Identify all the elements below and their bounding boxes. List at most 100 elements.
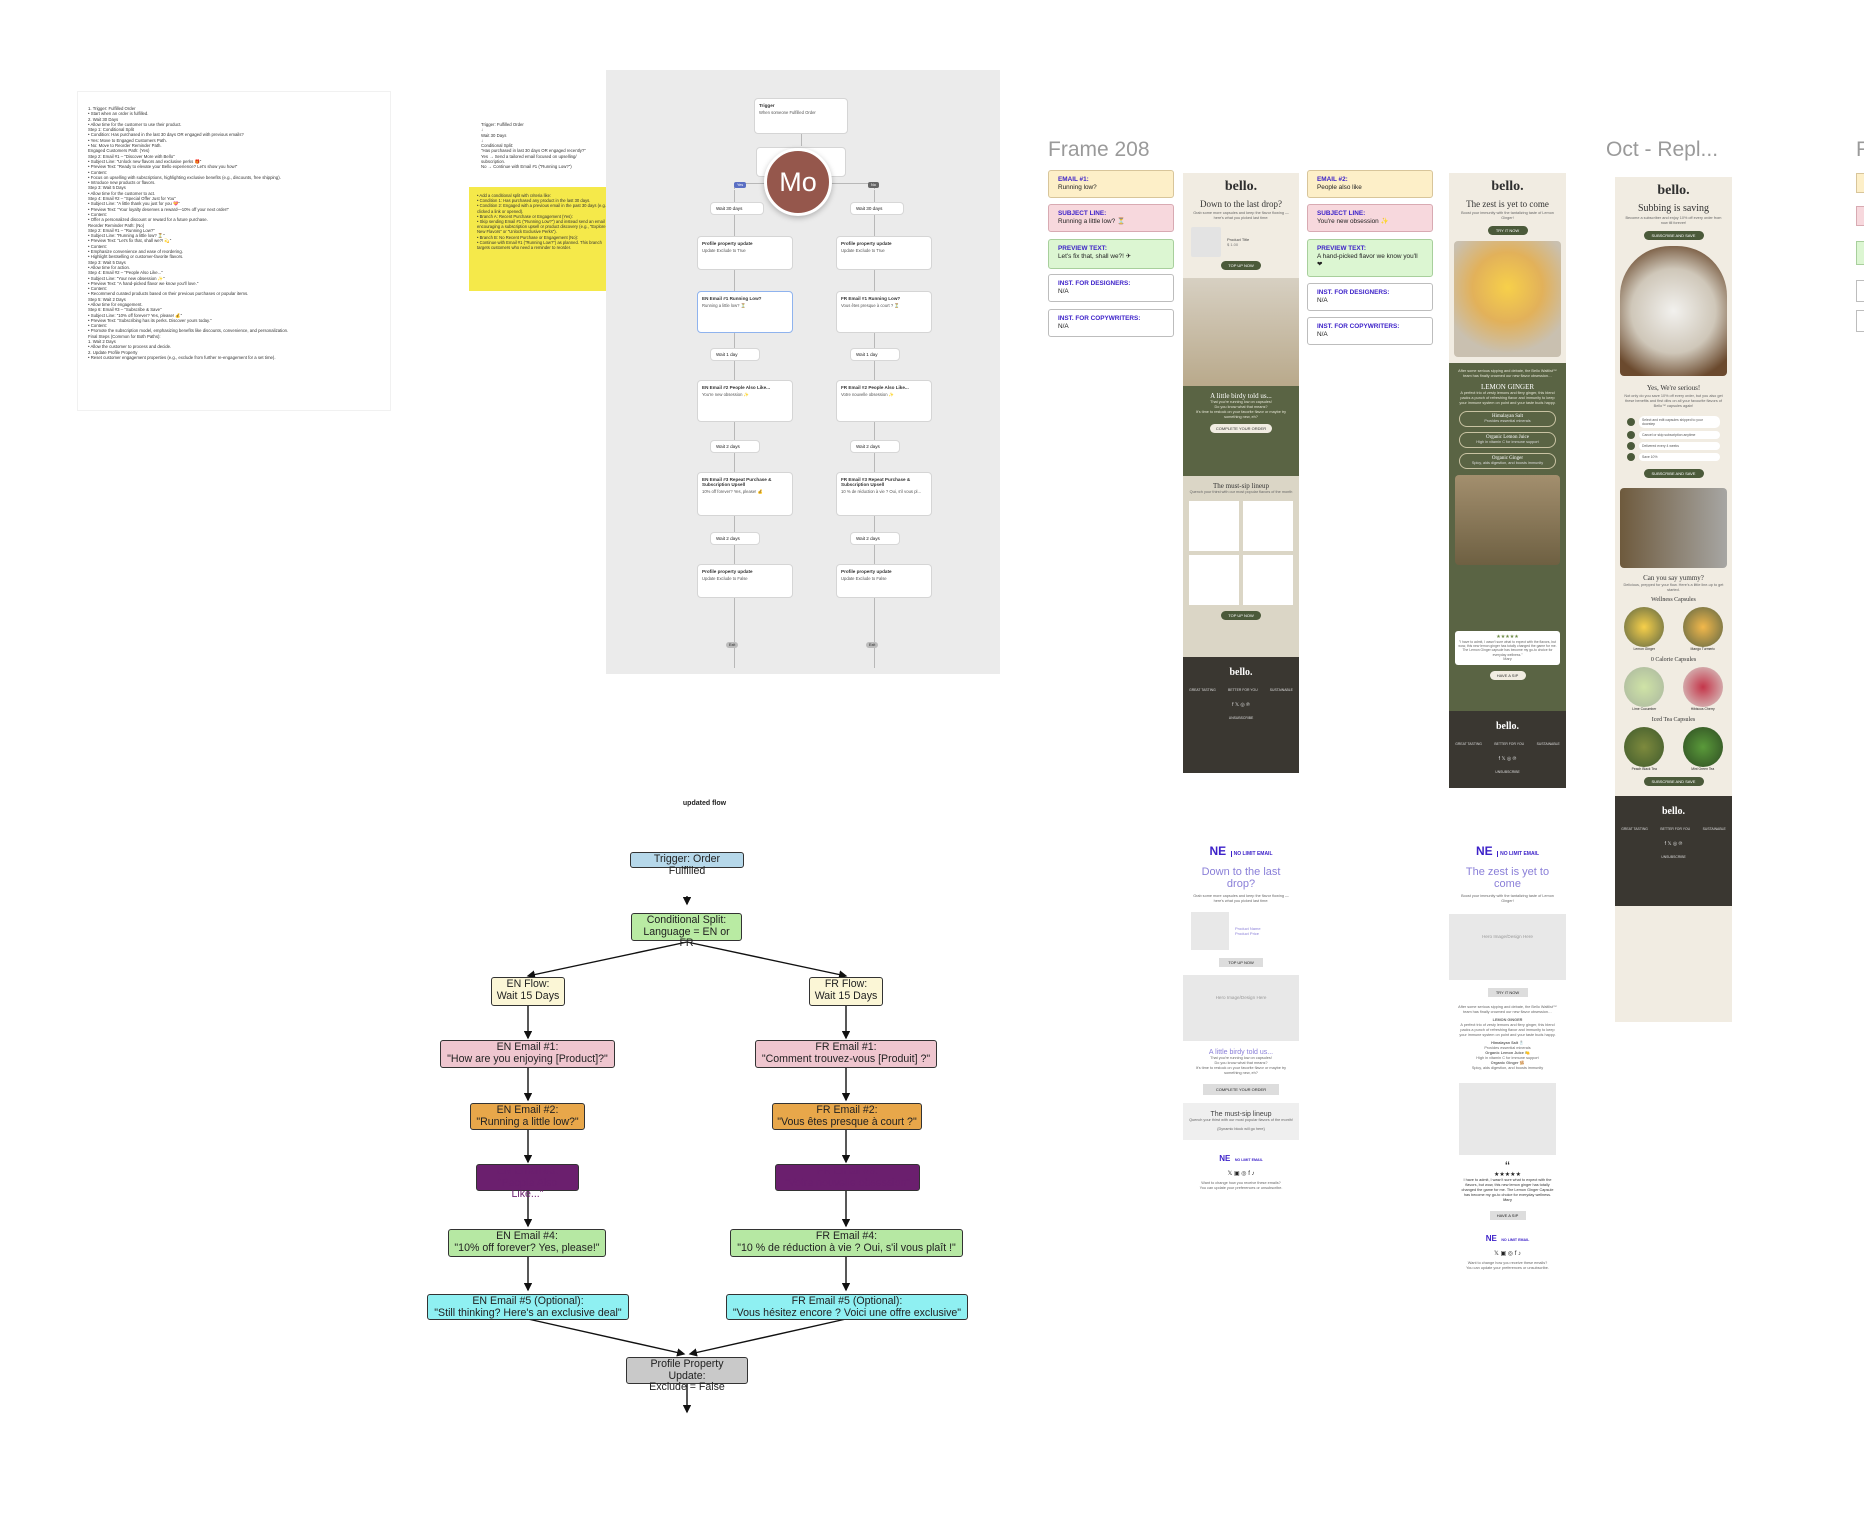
flow2-en-wait[interactable]: EN Flow: Wait 15 Days: [491, 977, 565, 1006]
flow2-en-email1[interactable]: EN Email #1: "How are you enjoying [Prod…: [440, 1040, 615, 1068]
nle1-social-icons[interactable]: 𝕏 ▣ ◎ f ♪: [1183, 1170, 1299, 1177]
mint-green-tea-capsule[interactable]: [1682, 727, 1723, 767]
nle2-cta[interactable]: TRY IT NOW: [1487, 988, 1528, 997]
edge-card-4: [1856, 280, 1864, 302]
en-profile-update-false[interactable]: Profile property update Update Exclude t…: [697, 564, 793, 598]
nle2-social-icons[interactable]: 𝕏 ▣ ◎ f ♪: [1449, 1250, 1566, 1257]
sticky-note[interactable]: • Add a conditional split with criteria …: [469, 187, 621, 291]
flow2-trigger[interactable]: Trigger: Order Fulfilled: [630, 852, 744, 876]
bello-email-lemon-ginger[interactable]: bello. The zest is yet to come Boost you…: [1449, 173, 1566, 788]
bello1-cta[interactable]: TOP UP NOW: [1221, 261, 1261, 270]
nle2-footer-2[interactable]: You can update your preferences or unsub…: [1449, 1266, 1566, 1271]
peach-black-tea-capsule[interactable]: [1624, 727, 1665, 767]
bello1-body: Grab some more capsules and keep the fla…: [1193, 211, 1289, 220]
bello1-nav-3[interactable]: SUSTAINABLE: [1270, 688, 1293, 692]
en-email-1-node[interactable]: EN Email #1 Running Low? Running a littl…: [697, 291, 793, 333]
frame-title-oct[interactable]: Oct - Repl...: [1606, 138, 1718, 162]
en-wait-30-days[interactable]: Wait 30 days: [710, 202, 764, 215]
bello1-birdy-line3: It's time to restock on your favorite fl…: [1195, 410, 1287, 419]
flow2-fr-email4[interactable]: FR Email #4: "10 % de réduction à vie ? …: [730, 1229, 963, 1257]
flow2-en-email2[interactable]: EN Email #2: "Running a little low?": [470, 1103, 585, 1130]
bello1-cta2[interactable]: COMPLETE YOUR ORDER: [1210, 424, 1272, 433]
capsule-photo: [1620, 488, 1727, 568]
trigger-title: Trigger: [759, 103, 775, 108]
bello2-nav-1[interactable]: GREAT TASTING: [1455, 742, 1482, 746]
bello1-nav-1[interactable]: GREAT TASTING: [1189, 688, 1216, 692]
fr-wait-1-day[interactable]: Wait 1 day: [850, 348, 900, 361]
hibiscus-cherry-capsule[interactable]: [1682, 667, 1723, 707]
en-profile-update-true[interactable]: Profile property update Update Exclude t…: [697, 236, 793, 270]
drink-photo: [1455, 475, 1560, 565]
lineup-product-2[interactable]: [1243, 501, 1293, 551]
bello3-cta3[interactable]: SUBSCRIBE AND SAVE: [1643, 777, 1704, 786]
trigger-node[interactable]: Trigger When someone Fulfilled Order: [754, 98, 848, 134]
bello3-yes-body: Not only do you save 10% off every order…: [1624, 394, 1723, 408]
lineup-product-4[interactable]: [1243, 555, 1293, 605]
lemon-ginger-capsule[interactable]: [1624, 607, 1665, 647]
nle1-footer-2[interactable]: You can update your preferences or unsub…: [1183, 1186, 1299, 1191]
en-wait-1-day[interactable]: Wait 1 day: [710, 348, 760, 361]
bello1-nav-2[interactable]: BETTER FOR YOU: [1228, 688, 1258, 692]
bello3-yes: Yes, We're serious!: [1646, 384, 1701, 392]
bello3-nav-3[interactable]: SUSTAINABLE: [1703, 827, 1726, 831]
flow2-fr-email5[interactable]: FR Email #5 (Optional): "Vous hésitez en…: [726, 1294, 968, 1320]
flow2-en-email5[interactable]: EN Email #5 (Optional): "Still thinking?…: [427, 1294, 629, 1320]
fr-wait-2-days-final[interactable]: Wait 2 days: [850, 532, 900, 545]
nle2-cta2[interactable]: HAVE A SIP: [1489, 1211, 1526, 1220]
bello1-cta3[interactable]: TOP UP NOW: [1221, 611, 1261, 620]
bello1-footer-logo: bello.: [1229, 667, 1253, 678]
fr-profile-update-false[interactable]: Profile property update Update Exclude t…: [836, 564, 932, 598]
fr-email-3-node[interactable]: FR Email #3 Repeat Purchase & Subscripti…: [836, 472, 932, 516]
flow2-split[interactable]: Conditional Split: Language = EN or FR: [631, 913, 742, 949]
frame-title-edge[interactable]: F: [1856, 138, 1864, 162]
flow2-en-email4[interactable]: EN Email #4: "10% off forever? Yes, plea…: [448, 1229, 606, 1257]
bello3-social-icons[interactable]: f 𝕏 ◎ ℗: [1615, 841, 1732, 847]
bello1-unsubscribe[interactable]: UNSUBSCRIBE: [1183, 716, 1299, 720]
bello3-cta2[interactable]: SUBSCRIBE AND SAVE: [1643, 469, 1704, 478]
bello2-social-icons[interactable]: f 𝕏 ◎ ℗: [1449, 756, 1566, 762]
flow2-en-email3[interactable]: EN Email #3: "People Also Like...": [476, 1164, 579, 1200]
bello2-nav-3[interactable]: SUSTAINABLE: [1537, 742, 1560, 746]
fr-wait-30-days[interactable]: Wait 30 days: [850, 202, 904, 215]
en-wait-2-days-final[interactable]: Wait 2 days: [710, 532, 760, 545]
en-exit: Exit: [726, 642, 739, 648]
fr-wait-2-days[interactable]: Wait 2 days: [850, 440, 900, 453]
nle1-cta2[interactable]: COMPLETE YOUR ORDER: [1203, 1084, 1279, 1095]
fr-profile-update-true[interactable]: Profile property update Update Exclude t…: [836, 236, 932, 270]
collaborator-avatar[interactable]: Mo: [764, 148, 832, 216]
mango-turmeric-capsule[interactable]: [1682, 607, 1723, 647]
bello2-unsubscribe[interactable]: UNSUBSCRIBE: [1449, 770, 1566, 774]
en-email-2-node[interactable]: EN Email #2 People Also Like... You're n…: [697, 380, 793, 422]
en-wait-2-days[interactable]: Wait 2 days: [710, 440, 760, 453]
en-email-3-node[interactable]: EN Email #3 Repeat Purchase & Subscripti…: [697, 472, 793, 516]
nle1-cta[interactable]: TOP UP NOW: [1219, 958, 1263, 967]
bello3-cta[interactable]: SUBSCRIBE AND SAVE: [1643, 231, 1704, 240]
bello3-nav-1[interactable]: GREAT TASTING: [1621, 827, 1648, 831]
fr-email-2-subject: Votre nouvelle obsession ✨: [841, 392, 894, 397]
bello3-nav-2[interactable]: BETTER FOR YOU: [1660, 827, 1690, 831]
flow2-fr-email3[interactable]: FR Email #3: "Votre nouvelle obsession": [775, 1164, 920, 1191]
bello-email-running-low[interactable]: bello. Down to the last drop? Grab some …: [1183, 173, 1299, 773]
notes2-line: No → Continue with Email #1 ("Running Lo…: [481, 164, 572, 170]
updated-flow-diagram[interactable]: updated flow Trigger: Order Fulfilled Co…: [362, 800, 1047, 1428]
flow2-fr-email1[interactable]: FR Email #1: "Comment trouvez-vous [Prod…: [755, 1040, 937, 1068]
lime-cucumber-capsule[interactable]: [1624, 667, 1665, 707]
bello2-cta[interactable]: TRY IT NOW: [1487, 226, 1528, 235]
bello2-cta2[interactable]: HAVE A SIP: [1489, 670, 1526, 680]
fr-email-2-node[interactable]: FR Email #2 People Also Like... Votre no…: [836, 380, 932, 422]
nle-wireframe-running-low[interactable]: NE NO LIMIT EMAIL Down to the last drop?…: [1183, 832, 1299, 1328]
nle-wireframe-lemon-ginger[interactable]: NE NO LIMIT EMAIL The zest is yet to com…: [1449, 832, 1566, 1402]
flow2-fr-wait[interactable]: FR Flow: Wait 15 Days: [809, 977, 883, 1006]
bello2-reviewer: Mary: [1503, 656, 1512, 661]
lineup-product-3[interactable]: [1189, 555, 1239, 605]
lineup-product-1[interactable]: [1189, 501, 1239, 551]
bello1-social-icons[interactable]: f 𝕏 ◎ ℗: [1183, 702, 1299, 708]
bello2-nav-2[interactable]: BETTER FOR YOU: [1494, 742, 1524, 746]
bello-email-subscribe[interactable]: bello. Subbing is saving Become a subscr…: [1615, 177, 1732, 1022]
fr-email-1-node[interactable]: FR Email #1 Running Low? Vous êtes presq…: [836, 291, 932, 333]
flow2-final-update[interactable]: Profile Property Update: Exclude = False: [626, 1357, 748, 1393]
frame-title-208[interactable]: Frame 208: [1048, 138, 1150, 162]
flow2-fr-email2[interactable]: FR Email #2: "Vous êtes presque à court …: [772, 1103, 922, 1130]
brief-1-designers: INST. FOR DESIGNERS: N/A: [1048, 274, 1174, 302]
bello3-unsubscribe[interactable]: UNSUBSCRIBE: [1615, 855, 1732, 859]
